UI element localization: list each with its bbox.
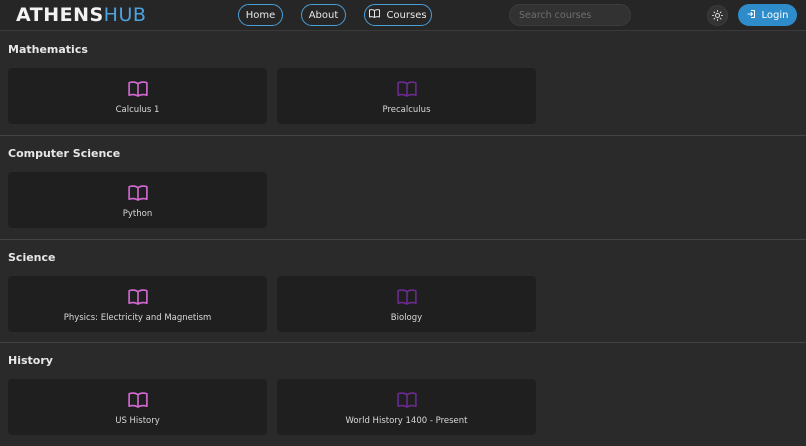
section-science: Science Physics: Electricity and Magneti… bbox=[0, 251, 806, 341]
login-button[interactable]: Login bbox=[738, 4, 797, 26]
section-history: History US History World History 1400 - … bbox=[0, 354, 806, 446]
course-name: World History 1400 - Present bbox=[345, 416, 468, 426]
book-icon bbox=[127, 185, 148, 205]
book-icon bbox=[369, 9, 381, 21]
site-logo[interactable]: ATHENSHUB bbox=[16, 4, 146, 26]
nav-home-button[interactable]: Home bbox=[238, 4, 283, 26]
section-title: Computer Science bbox=[8, 147, 121, 160]
book-icon bbox=[127, 81, 148, 101]
course-card-physics[interactable]: Physics: Electricity and Magnetism bbox=[8, 276, 267, 332]
sun-icon bbox=[712, 6, 723, 25]
course-name: Precalculus bbox=[382, 105, 431, 115]
search-input[interactable] bbox=[509, 4, 631, 26]
book-icon bbox=[396, 392, 417, 412]
course-card-python[interactable]: Python bbox=[8, 172, 267, 228]
course-card-biology[interactable]: Biology bbox=[277, 276, 536, 332]
course-name: Python bbox=[122, 209, 153, 219]
course-card-world-history[interactable]: World History 1400 - Present bbox=[277, 379, 536, 435]
book-icon bbox=[396, 81, 417, 101]
login-icon bbox=[747, 9, 757, 22]
top-navbar: ATHENSHUB Home About Courses Search cour… bbox=[0, 0, 806, 31]
section-title: Science bbox=[8, 251, 56, 264]
nav-courses-button[interactable]: Courses bbox=[364, 4, 432, 26]
section-mathematics: Mathematics Calculus 1 Precalculus bbox=[0, 43, 806, 133]
course-card-us-history[interactable]: US History bbox=[8, 379, 267, 435]
course-name: Biology bbox=[390, 313, 423, 323]
section-computer-science: Computer Science Python bbox=[0, 147, 806, 237]
book-icon bbox=[127, 289, 148, 309]
section-title: Mathematics bbox=[8, 43, 88, 56]
book-icon bbox=[127, 392, 148, 412]
book-icon bbox=[396, 289, 417, 309]
course-card-calculus-1[interactable]: Calculus 1 bbox=[8, 68, 267, 124]
nav-about-button[interactable]: About bbox=[301, 4, 346, 26]
section-divider bbox=[0, 239, 806, 240]
course-card-precalculus[interactable]: Precalculus bbox=[277, 68, 536, 124]
section-title: History bbox=[8, 354, 53, 367]
section-divider bbox=[0, 342, 806, 343]
course-name: US History bbox=[115, 416, 160, 426]
course-name: Calculus 1 bbox=[115, 105, 160, 115]
theme-toggle-button[interactable] bbox=[707, 5, 728, 26]
section-divider bbox=[0, 135, 806, 136]
course-name: Physics: Electricity and Magnetism bbox=[63, 313, 212, 323]
